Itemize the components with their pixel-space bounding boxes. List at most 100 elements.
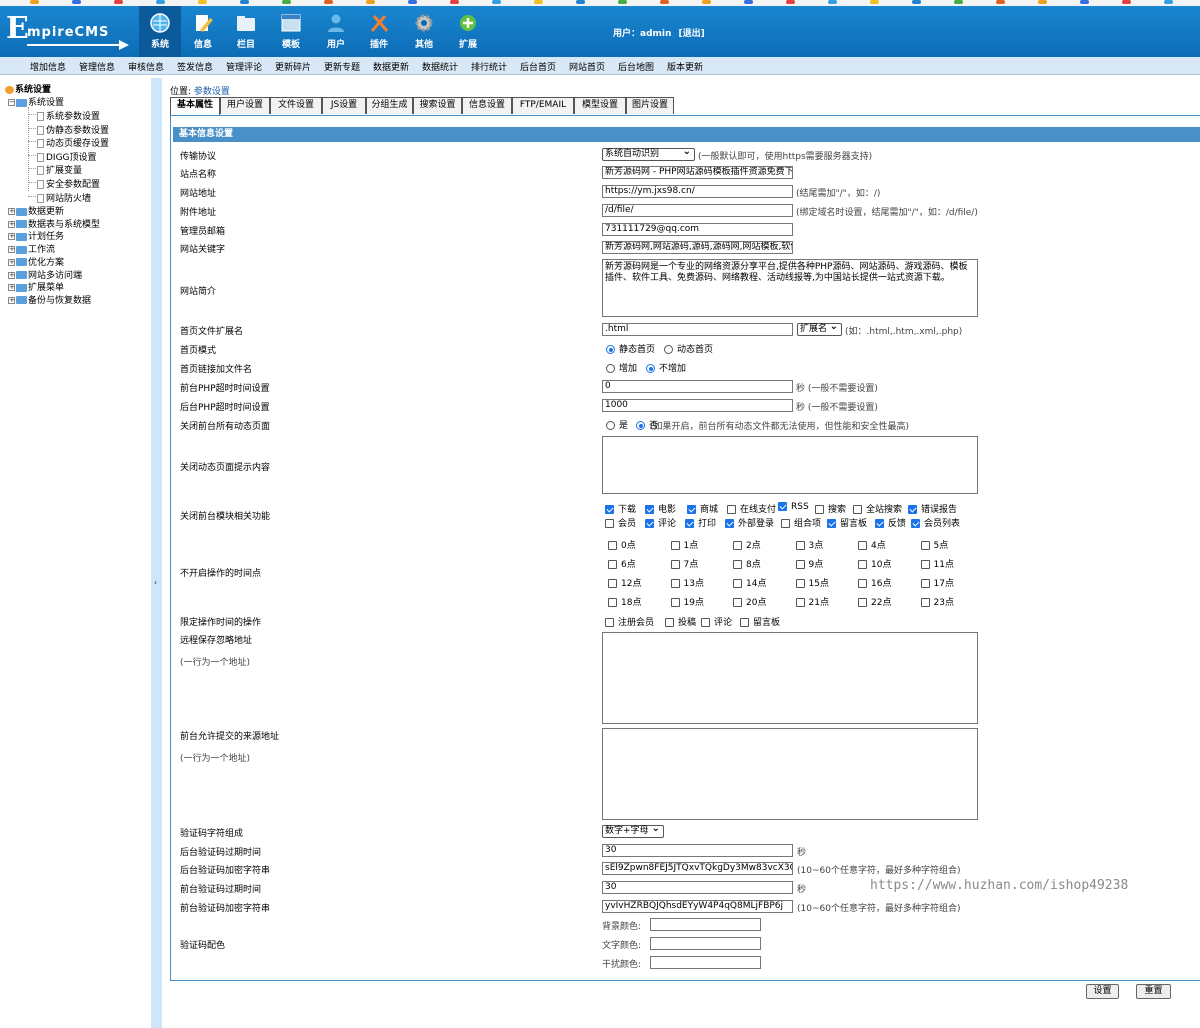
checkbox[interactable]: [858, 560, 867, 569]
index-link-none[interactable]: 不增加: [646, 361, 686, 374]
checkbox[interactable]: [605, 519, 614, 528]
sidebar-item[interactable]: 系统参数设置: [37, 109, 100, 122]
checkbox[interactable]: [911, 519, 920, 528]
front-code-exp-input[interactable]: 30: [602, 881, 793, 894]
expand-icon[interactable]: +: [8, 220, 15, 228]
hour-checkbox[interactable]: 10点: [858, 557, 891, 570]
index-ext-input[interactable]: .html: [602, 323, 793, 336]
hour-checkbox[interactable]: 1点: [670, 538, 698, 551]
checkbox[interactable]: [858, 598, 867, 607]
checkbox[interactable]: [687, 505, 696, 514]
sidebar-folder[interactable]: + 备份与恢复数据: [8, 293, 91, 306]
module-checkbox[interactable]: 评论: [645, 516, 676, 529]
topnav-pencil[interactable]: 信息: [182, 6, 224, 57]
close-tip-textarea[interactable]: [602, 436, 978, 494]
checkbox[interactable]: [778, 502, 787, 511]
topnav-user[interactable]: 用户: [315, 6, 357, 57]
checkbox[interactable]: [733, 560, 742, 569]
protocol-select[interactable]: 系统自动识别: [602, 146, 695, 161]
collapse-icon[interactable]: −: [8, 99, 15, 106]
checkbox[interactable]: [608, 560, 617, 569]
subnav-item[interactable]: 管理信息: [79, 60, 115, 73]
checkbox[interactable]: [795, 598, 805, 607]
subnav-item[interactable]: 审核信息: [128, 60, 164, 73]
module-checkbox[interactable]: 外部登录: [725, 516, 774, 529]
hour-checkbox[interactable]: 3点: [795, 538, 823, 551]
radio[interactable]: [606, 421, 615, 430]
checkbox[interactable]: [795, 560, 805, 569]
checkbox[interactable]: [920, 541, 930, 550]
hour-checkbox[interactable]: 12点: [608, 576, 641, 589]
noise-color-input[interactable]: [650, 956, 761, 969]
sidebar-item[interactable]: 伪静态参数设置: [37, 123, 109, 136]
hour-checkbox[interactable]: 19点: [670, 595, 704, 608]
hour-checkbox[interactable]: 5点: [920, 538, 948, 551]
checkbox[interactable]: [608, 579, 617, 588]
attach-url-input[interactable]: /d/file/: [602, 204, 793, 217]
reset-button[interactable]: 重置: [1136, 984, 1171, 999]
sidebar-folder[interactable]: + 工作流: [8, 242, 55, 255]
checkbox[interactable]: [733, 598, 742, 607]
sidebar-item[interactable]: 动态页缓存设置: [37, 136, 109, 149]
tab[interactable]: 信息设置: [462, 97, 512, 114]
sidebar-folder[interactable]: + 数据更新: [8, 204, 64, 217]
radio[interactable]: [606, 364, 615, 373]
tab[interactable]: 模型设置: [574, 97, 626, 114]
checkbox[interactable]: [781, 519, 790, 528]
radio-selected[interactable]: [636, 421, 645, 430]
topnav-folder[interactable]: 栏目: [225, 6, 267, 57]
hour-checkbox[interactable]: 9点: [795, 557, 823, 570]
sidebar-folder[interactable]: + 优化方案: [8, 255, 64, 268]
index-link-add[interactable]: 增加: [606, 361, 637, 374]
subnav-item[interactable]: 后台地图: [618, 60, 654, 73]
checkbox[interactable]: [608, 541, 617, 550]
sidebar-folder[interactable]: + 网站多访问端: [8, 268, 82, 281]
radio-selected[interactable]: [606, 345, 615, 354]
checkbox[interactable]: [795, 579, 805, 588]
topnav-window[interactable]: 模板: [270, 6, 312, 57]
sidebar-root[interactable]: 系统设置: [4, 82, 51, 95]
hour-checkbox[interactable]: 23点: [920, 595, 954, 608]
expand-icon[interactable]: +: [8, 233, 15, 241]
collapse-arrow-icon[interactable]: ‹: [154, 578, 157, 587]
back-code-key-input[interactable]: sEl9Zpwn8FEJ5JTQxvTQkgDy3Mw83vcX3Gmj: [602, 862, 793, 875]
hour-checkbox[interactable]: 15点: [795, 576, 829, 589]
checkbox[interactable]: [727, 505, 736, 514]
module-checkbox[interactable]: 在线支付: [727, 502, 776, 515]
sidebar-folder[interactable]: + 计划任务: [8, 229, 64, 242]
code-chars-select[interactable]: 数字+字母: [602, 823, 664, 838]
hour-checkbox[interactable]: 14点: [733, 576, 766, 589]
sidebar-item[interactable]: 网站防火墙: [37, 191, 91, 204]
ext-select[interactable]: 扩展名: [797, 321, 842, 336]
tab[interactable]: 图片设置: [626, 97, 674, 114]
module-checkbox[interactable]: 会员: [605, 516, 636, 529]
admin-email-input[interactable]: 731111729@qq.com: [602, 223, 793, 236]
module-checkbox[interactable]: 下载: [605, 502, 636, 515]
radio[interactable]: [664, 345, 673, 354]
expand-icon[interactable]: +: [8, 208, 15, 215]
module-checkbox[interactable]: 电影: [645, 502, 676, 515]
sidebar-group-system[interactable]: − 系统设置: [8, 95, 64, 108]
tab[interactable]: 基本属性: [170, 97, 220, 115]
subnav-item[interactable]: 数据统计: [422, 60, 458, 73]
hour-checkbox[interactable]: 4点: [858, 538, 886, 551]
hour-checkbox[interactable]: 16点: [858, 576, 891, 589]
php-back-input[interactable]: 1000: [602, 399, 793, 412]
expand-icon[interactable]: +: [8, 284, 15, 292]
sidebar-folder[interactable]: + 扩展菜单: [8, 280, 64, 293]
tab[interactable]: 用户设置: [220, 97, 270, 114]
checkbox[interactable]: [685, 519, 694, 528]
checkbox[interactable]: [858, 541, 867, 550]
sidebar-collapse-bar[interactable]: ‹: [151, 78, 162, 1028]
checkbox[interactable]: [701, 618, 710, 627]
radio-selected[interactable]: [646, 364, 655, 373]
hour-checkbox[interactable]: 21点: [795, 595, 829, 608]
subnav-item[interactable]: 管理评论: [226, 60, 262, 73]
hour-checkbox[interactable]: 13点: [670, 576, 704, 589]
module-checkbox[interactable]: 错误报告: [908, 502, 957, 515]
expand-icon[interactable]: +: [8, 246, 15, 254]
checkbox[interactable]: [670, 579, 680, 588]
module-checkbox[interactable]: RSS: [778, 502, 809, 512]
subnav-item[interactable]: 增加信息: [30, 60, 66, 73]
limit-op-checkbox[interactable]: 投稿: [665, 615, 696, 628]
